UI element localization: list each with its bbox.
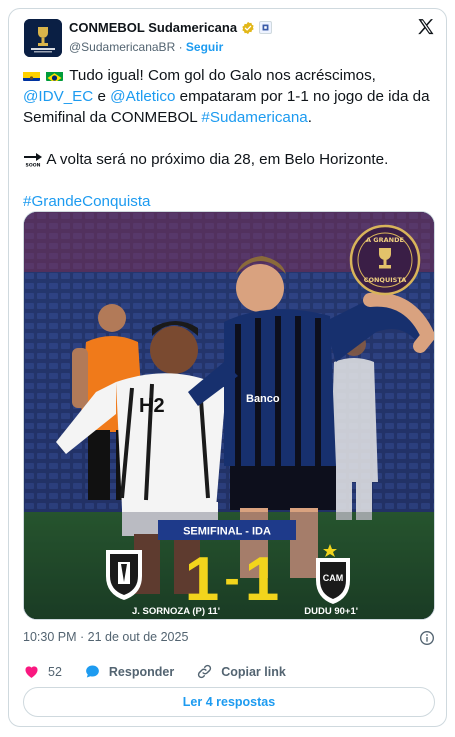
match-photo[interactable]: H2 Banco A GRANDE CONQUISTA SEMIFINAL - …	[23, 211, 435, 620]
soon-arrow-icon: SOON	[24, 153, 42, 168]
score-home: 1	[185, 545, 219, 614]
ecuador-flag-icon	[23, 69, 40, 81]
separator-dot: ·	[178, 40, 183, 54]
stage-label: SEMIFINAL - IDA	[183, 526, 271, 538]
tweet-timestamp[interactable]: 10:30 PM · 21 de out de 2025	[23, 630, 188, 644]
hashtag-sudamericana[interactable]: #Sudamericana	[201, 109, 307, 126]
tweet-line-3: A volta será no próximo dia 28, em Belo …	[46, 151, 389, 168]
account-avatar[interactable]	[24, 19, 62, 57]
handle-row: @SudamericanaBR · Seguir	[69, 40, 223, 54]
link-icon	[198, 664, 212, 679]
conmebol-sudamericana-logo-icon	[24, 19, 62, 57]
mention-atletico[interactable]: @Atletico	[110, 88, 175, 105]
follow-button[interactable]: Seguir	[186, 40, 223, 54]
tweet-connector: e	[93, 88, 111, 105]
tweet-line-1: Tudo igual! Com gol do Galo nos acréscim…	[69, 67, 376, 84]
tweet-text: Tudo igual! Com gol do Galo nos acréscim…	[23, 65, 443, 233]
scorer-home: J. SORNOZA (P) 11'	[132, 606, 220, 617]
atletico-crest-text: CAM	[323, 573, 344, 583]
info-icon[interactable]	[419, 630, 435, 646]
verified-badge-icon	[242, 21, 254, 34]
copy-link-label: Copiar link	[221, 664, 286, 679]
score-separator: -	[224, 552, 239, 604]
grande-conquista-badge: A GRANDE CONQUISTA	[349, 224, 421, 296]
like-count: 52	[48, 664, 62, 679]
mention-idv[interactable]: @IDV_EC	[23, 88, 93, 105]
badge-line-2: CONQUISTA	[364, 276, 407, 284]
svg-text:Banco: Banco	[246, 393, 280, 405]
copy-link-button[interactable]: Copiar link	[196, 663, 286, 680]
affiliate-badge-icon	[259, 21, 273, 34]
like-button[interactable]: 52	[23, 663, 62, 680]
svg-text:SOON: SOON	[26, 163, 41, 168]
svg-text:H2: H2	[139, 395, 165, 417]
x-logo-icon[interactable]	[416, 17, 436, 37]
reply-bubble-icon	[86, 665, 99, 678]
tweet-actions: 52 Responder Copiar link	[23, 663, 308, 680]
match-photo-image: H2 Banco A GRANDE CONQUISTA SEMIFINAL - …	[24, 212, 434, 619]
badge-line-1: A GRANDE	[366, 236, 404, 244]
tweet-card: CONMEBOL Sudamericana @SudamericanaBR · …	[8, 8, 447, 727]
brazil-flag-icon	[46, 69, 64, 81]
hashtag-grandeconquista[interactable]: #GrandeConquista	[23, 193, 151, 210]
read-replies-button[interactable]: Ler 4 respostas	[23, 687, 435, 717]
account-handle[interactable]: @SudamericanaBR	[69, 40, 175, 54]
heart-icon	[25, 666, 38, 678]
account-name[interactable]: CONMEBOL Sudamericana	[69, 20, 237, 35]
score-overlay: SEMIFINAL - IDA 1 - 1 CAM J. SORNOZA (P)…	[24, 512, 434, 619]
scorer-away: DUDU 90+1'	[304, 606, 358, 617]
tweet-line-2-end: .	[307, 109, 312, 126]
score-away: 1	[245, 545, 279, 614]
reply-button[interactable]: Responder	[84, 663, 174, 680]
reply-label: Responder	[108, 664, 175, 679]
